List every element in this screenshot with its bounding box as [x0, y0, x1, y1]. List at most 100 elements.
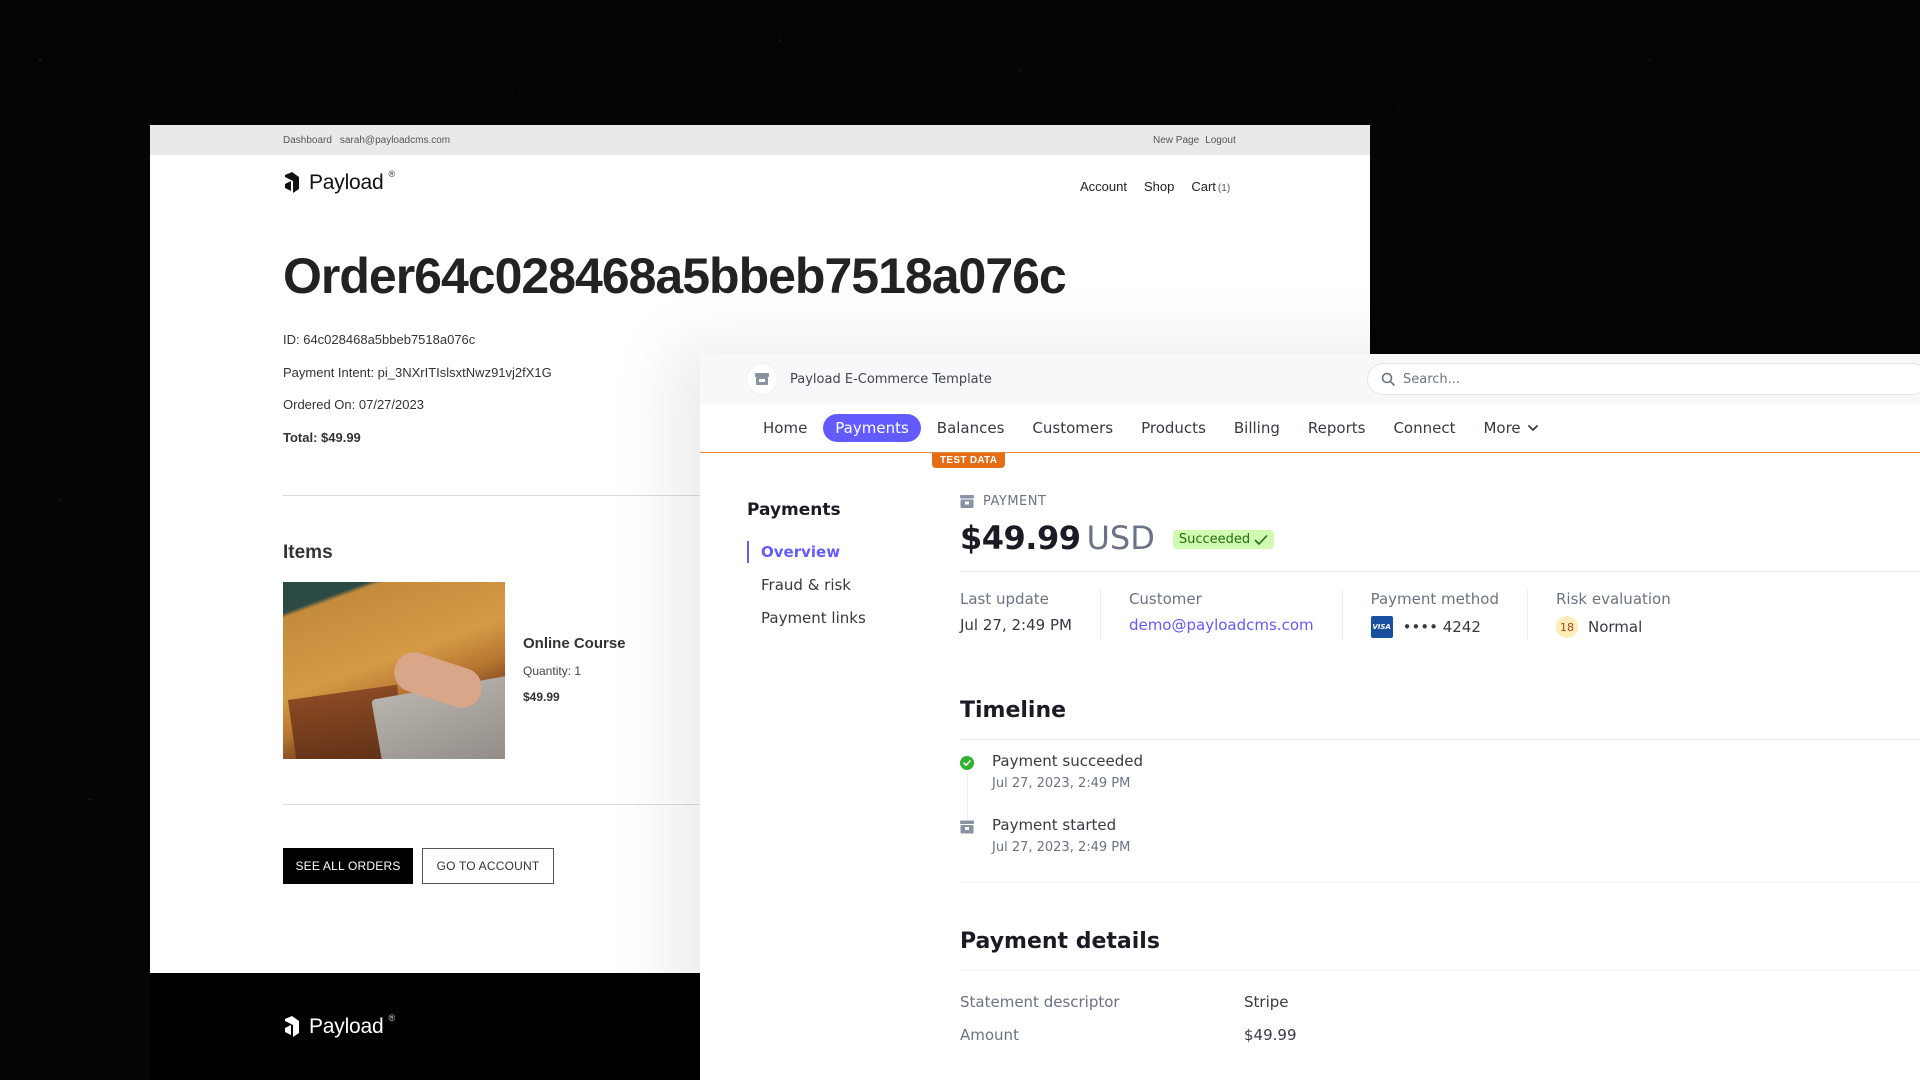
event-title: Payment succeeded: [992, 752, 1143, 770]
tab-billing[interactable]: Billing: [1222, 414, 1292, 442]
detail-key: Amount: [960, 1025, 1019, 1044]
dashboard-link[interactable]: Dashboard: [283, 135, 332, 146]
timeline-event: Payment succeeded Jul 27, 2023, 2:49 PM: [960, 752, 1920, 820]
account-name[interactable]: Payload E-Commerce Template: [790, 372, 992, 387]
customer-email-link[interactable]: demo@payloadcms.com: [1129, 616, 1314, 634]
card-last4: •••• 4242: [1402, 618, 1481, 636]
timeline: Payment succeeded Jul 27, 2023, 2:49 PM …: [960, 752, 1920, 880]
stripe-dashboard-window: Payload E-Commerce Template Home Payment…: [700, 354, 1920, 1080]
admin-bar: Dashboard sarah@payloadcms.com New Page …: [150, 125, 1370, 155]
timeline-connector: [967, 774, 968, 820]
footer-logo[interactable]: Payload ®: [283, 1013, 395, 1039]
chevron-down-icon: [1527, 425, 1538, 431]
order-title: Order64c028468a5bbeb7518a076c: [283, 248, 1067, 304]
store-icon: [755, 373, 769, 385]
payment-detail: PAYMENT $49.99 USD Succeeded Last update…: [960, 494, 1920, 1051]
payments-sidebar: Overview Fraud & risk Payment links: [747, 541, 866, 641]
sidebar-item-fraud-risk[interactable]: Fraud & risk: [747, 575, 866, 608]
tab-balances[interactable]: Balances: [925, 414, 1017, 442]
payment-method-label: Payment method: [1370, 590, 1499, 608]
divider: [960, 882, 1920, 883]
detail-row: Amount $49.99: [960, 1018, 1920, 1051]
footer-logo-text: Payload: [309, 1015, 384, 1038]
customer-label: Customer: [1128, 590, 1202, 608]
payment-label: PAYMENT: [960, 494, 1920, 509]
product-image[interactable]: [283, 582, 505, 759]
risk-value: 18 Normal: [1555, 616, 1671, 638]
payment-icon: [960, 495, 974, 508]
timeline-heading: Timeline: [960, 698, 1067, 723]
account-switcher[interactable]: [747, 364, 777, 394]
cart-count: (1): [1217, 183, 1231, 194]
event-time: Jul 27, 2023, 2:49 PM: [992, 840, 1131, 855]
last-update-label: Last update: [960, 590, 1049, 608]
go-to-account-button[interactable]: GO TO ACCOUNT: [422, 848, 554, 884]
order-item: Online Course Quantity: 1 $49.99: [523, 635, 626, 704]
summary-payment-method: Payment method VISA •••• 4242: [1370, 590, 1528, 640]
sidebar-item-payment-links[interactable]: Payment links: [747, 608, 866, 641]
detail-row: Statement descriptor Stripe: [960, 985, 1920, 1018]
divider: [960, 739, 1920, 740]
search-input[interactable]: [1403, 371, 1803, 387]
visa-card-icon: VISA: [1370, 616, 1393, 638]
site-nav: Account Shop Cart (1): [1080, 179, 1230, 194]
payment-details-heading: Payment details: [960, 929, 1160, 954]
summary-last-update: Last update Jul 27, 2:49 PM: [960, 590, 1101, 640]
payment-intent: Payment Intent: pi_3NXrITIslsxtNwz91vj2f…: [283, 364, 552, 380]
risk-label: Risk evaluation: [1555, 590, 1671, 608]
nav-account[interactable]: Account: [1080, 179, 1127, 194]
payment-currency: USD: [1086, 519, 1155, 557]
nav-cart-label: Cart: [1191, 179, 1216, 194]
detail-key: Statement descriptor: [960, 992, 1120, 1011]
risk-score-badge: 18: [1555, 616, 1578, 638]
status-text: Succeeded: [1178, 532, 1251, 547]
order-total: Total: $49.99: [283, 429, 361, 445]
sidebar-title: Payments: [747, 500, 841, 520]
see-all-orders-button[interactable]: SEE ALL ORDERS: [283, 848, 413, 884]
item-price: $49.99: [523, 690, 560, 704]
test-data-badge: TEST DATA: [932, 453, 1006, 468]
tab-connect[interactable]: Connect: [1381, 414, 1467, 442]
event-time: Jul 27, 2023, 2:49 PM: [992, 776, 1131, 791]
items-heading: Items: [283, 542, 333, 563]
logo-text: Payload: [309, 171, 384, 194]
tab-home[interactable]: Home: [751, 414, 819, 442]
order-id: ID: 64c028468a5bbeb7518a076c: [283, 332, 476, 347]
site-logo[interactable]: Payload ®: [283, 169, 396, 195]
risk-level: Normal: [1587, 618, 1643, 636]
user-email-link[interactable]: sarah@payloadcms.com: [340, 135, 450, 146]
payment-method-value: VISA •••• 4242: [1370, 616, 1499, 638]
tab-products[interactable]: Products: [1129, 414, 1218, 442]
payment-amount: $49.99: [960, 519, 1081, 557]
payment-summary: Last update Jul 27, 2:49 PM Customer dem…: [960, 590, 1920, 640]
divider: [960, 970, 1920, 971]
sidebar-item-overview[interactable]: Overview: [747, 541, 866, 575]
item-quantity: Quantity: 1: [523, 664, 582, 678]
tab-payments[interactable]: Payments: [823, 414, 921, 442]
timeline-event: Payment started Jul 27, 2023, 2:49 PM: [960, 816, 1920, 880]
check-circle-icon: [960, 756, 974, 770]
new-page-link[interactable]: New Page: [1153, 135, 1199, 146]
logout-link[interactable]: Logout: [1205, 135, 1236, 146]
search-box[interactable]: [1368, 364, 1920, 394]
order-meta: ID: 64c028468a5bbeb7518a076c Payment Int…: [283, 332, 552, 462]
item-name[interactable]: Online Course: [523, 635, 626, 652]
logo-registered: ®: [388, 169, 396, 179]
dashboard-topbar: Payload E-Commerce Template: [700, 354, 1920, 404]
payment-details-list: Statement descriptor Stripe Amount $49.9…: [960, 985, 1920, 1051]
payload-logo-icon: [285, 172, 299, 193]
nav-cart[interactable]: Cart (1): [1191, 179, 1230, 194]
tab-customers[interactable]: Customers: [1020, 414, 1125, 442]
last-update-value: Jul 27, 2:49 PM: [960, 616, 1072, 634]
event-title: Payment started: [992, 816, 1117, 834]
search-icon: [1381, 372, 1395, 386]
site-header: Payload ® Account Shop Cart (1): [150, 155, 1370, 215]
tab-more[interactable]: More: [1471, 414, 1550, 442]
detail-value: Stripe: [1244, 992, 1289, 1011]
summary-customer: Customer demo@payloadcms.com: [1129, 590, 1343, 640]
tab-reports[interactable]: Reports: [1296, 414, 1378, 442]
detail-value: $49.99: [1244, 1025, 1297, 1044]
checkmark-icon: [1254, 534, 1268, 545]
payment-icon: [960, 820, 974, 834]
nav-shop[interactable]: Shop: [1144, 179, 1174, 194]
